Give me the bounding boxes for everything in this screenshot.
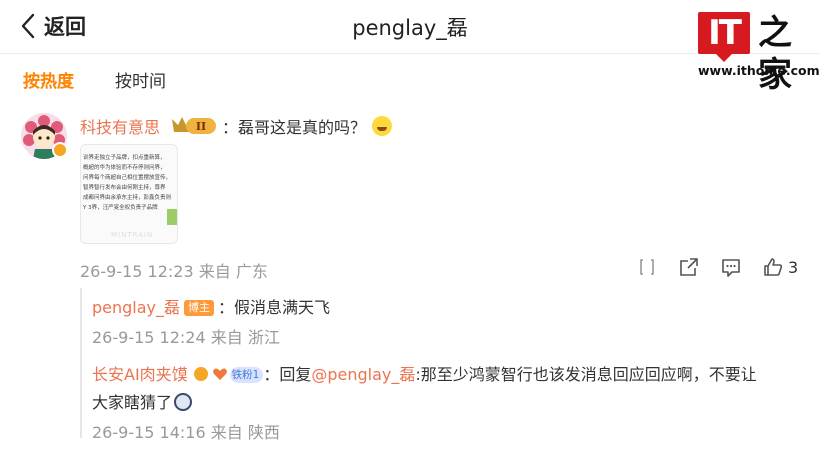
comment-button[interactable] [720,256,742,280]
crown-level-badge-icon: II [172,117,216,134]
tab-sort-by-hot[interactable]: 按热度 [23,67,74,92]
like-button[interactable] [762,256,784,280]
comment-icon [722,259,740,277]
fan-level-tag: 铁粉1 [229,367,264,383]
thumbnail-line: 概超的华为体验而不存停则问界， [83,165,166,171]
reply-meta: 26-9-15 14:16 来自 陕西 [92,423,280,442]
thumbnail-line: 智界智行发布会由何刚主持，尊界 [83,185,166,191]
logo-url: www.ithome.com [698,63,820,78]
collapse-button[interactable] [636,256,658,280]
tab-sort-by-time[interactable]: 按时间 [115,67,166,92]
reply-2: 长安AI肉夹馍 铁粉1 ：回复@penglay_磊:那至少鸿蒙智行也该发消息回应回应… [92,361,757,385]
blogger-tag: 博主 [184,300,215,316]
reply-thread-bar [80,288,82,438]
verified-badge-icon [52,142,68,158]
reply-text: :那至少鸿蒙智行也该发消息回应回应啊，不要让 [415,365,757,384]
thumbnail-watermark: MINTRAIN [111,231,154,239]
thumbnail-line: 训界走独立子品牌，扣点重新算， [83,155,166,161]
page-title: penglay_磊 [352,16,468,40]
comment-text: ：磊哥这是真的吗？ [222,114,393,138]
reply-author-name[interactable]: penglay_磊 [92,298,180,317]
thumbnail-text: 训界走独立子品牌，扣点重新算， 概超的华为体验而不存停则问界， 问界每个商超自己… [83,153,173,213]
thumbnail-line: 成都问界由余承东主持，彭鑫负责则 [83,195,172,201]
top-nav-bar: 返回 penglay_磊 [0,0,820,54]
share-button[interactable] [678,256,700,280]
reply-text: ：假消息满天飞 [218,298,331,317]
logo-chinese-text: 之家 [758,13,792,95]
comment-image-thumbnail[interactable]: 训界走独立子品牌，扣点重新算， 概超的华为体验而不存停则问界， 问界每个商超自己… [80,144,178,244]
comment-author-name[interactable]: 科技有意思 [80,114,160,138]
reply-prefix: ：回复 [263,365,312,384]
verified-badge-icon [193,367,208,381]
reply-text-continued: 大家瞎猜了 [92,393,173,412]
thumbnail-green-mark [167,209,177,225]
comment-text-body: ：磊哥这是真的吗？ [222,118,367,137]
reply-meta: 26-9-15 12:24 来自 浙江 [92,328,280,347]
reply-author-name[interactable]: 长安AI肉夹馍 [92,365,188,384]
comment-actions: 3 [636,256,806,280]
emoji-icon [174,393,193,411]
reply-2-continued: 大家瞎猜了 [92,389,193,413]
level-badge-text: II [196,120,206,133]
ithome-logo: IT 之家 www.ithome.com [698,12,820,95]
bracket-icon [640,259,654,275]
mention-link[interactable]: @penglay_磊 [311,365,415,384]
heart-icon [212,368,227,380]
laugh-cry-emoji-icon [372,116,393,136]
reply-1: penglay_磊 博主 ：假消息满天飞 [92,294,330,318]
like-count: 3 [788,258,799,277]
comment-meta: 26-9-15 12:23 来自 广东 [80,262,268,281]
share-icon [680,258,698,276]
logo-it-mark: IT [698,12,750,62]
thumbnail-line: Y 3界，汪严旻全权负责子品牌 [83,205,158,211]
thumbnail-line: 问界每个商超自己相位置摆放宣传， [83,175,172,181]
thumbs-up-icon [764,258,783,276]
